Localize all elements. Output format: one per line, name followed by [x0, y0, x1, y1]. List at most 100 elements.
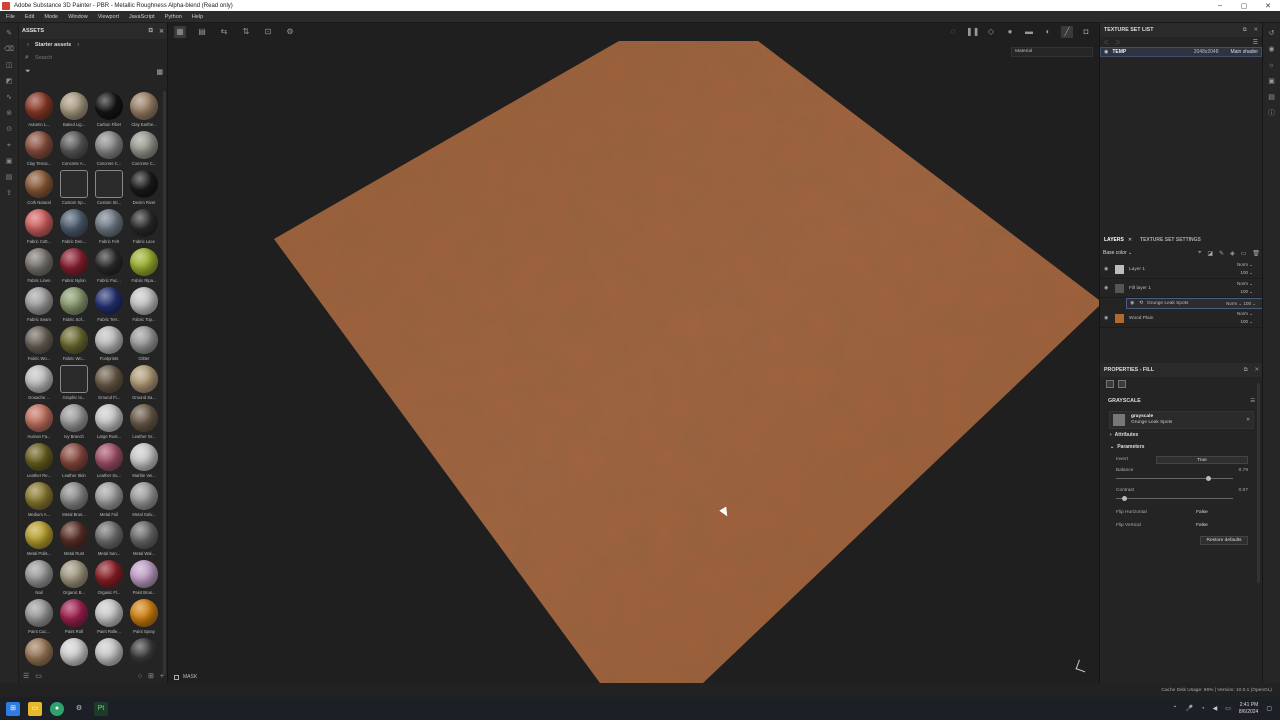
camera-mode-icon[interactable]: ◇ — [985, 26, 997, 38]
slider-handle[interactable] — [1205, 476, 1211, 481]
chevron-left-icon[interactable]: ‹ — [27, 42, 29, 48]
menu-window[interactable]: Window — [68, 14, 88, 20]
eye-icon[interactable]: ◉ — [1104, 49, 1108, 55]
contrast-slider[interactable]: Contrast 0.07 — [1100, 486, 1263, 506]
tray-chevron-icon[interactable]: ⌃ — [1172, 705, 1177, 712]
pause-icon[interactable]: ❚❚ — [966, 26, 979, 38]
network-icon[interactable]: ◔ — [1201, 706, 1205, 712]
delete-layer-icon[interactable]: 🗑 — [1252, 250, 1260, 257]
layer-blend[interactable]: Norm ⌄ 100 ⌄ — [1237, 280, 1253, 296]
parameters-toggle[interactable]: ⌄ Parameters — [1100, 441, 1263, 453]
eye-icon[interactable]: ◉ — [1104, 316, 1113, 321]
menu-icon[interactable]: ☰ — [1253, 39, 1258, 46]
asset-tile[interactable]: Clay Earthe... — [127, 91, 161, 130]
layer-row[interactable]: ◉ Fill layer 1 Norm ⌄ 100 ⌄ — [1100, 279, 1263, 298]
mask-blend[interactable]: Norm ⌄ 100 ⌄ — [1226, 301, 1256, 307]
smudge-icon[interactable]: ∿ — [4, 93, 14, 103]
asset-tile[interactable]: Metal Rust — [57, 520, 91, 559]
float-panel-icon[interactable]: ⧉ — [1244, 367, 1248, 374]
properties-scrollbar[interactable] — [1257, 383, 1260, 583]
shelf-icon[interactable]: ◉ — [1267, 45, 1277, 55]
asset-tile[interactable]: Fabric Ripa... — [127, 247, 161, 286]
asset-tile[interactable]: Baked Lig... — [57, 91, 91, 130]
layer-row[interactable]: ◉ Layer 1 Norm ⌄ 100 ⌄ — [1100, 260, 1263, 279]
grid-toggle-icon[interactable]: ▦ — [174, 25, 186, 38]
add-group-icon[interactable]: ▭ — [1241, 250, 1247, 257]
asset-tile[interactable]: Fabric Felt — [92, 208, 126, 247]
close-button[interactable]: ✕ — [1256, 2, 1280, 10]
add-effect-icon[interactable]: ⌖ — [1198, 250, 1201, 257]
asset-tile[interactable]: Carbon Fiber — [92, 91, 126, 130]
menu-viewport[interactable]: Viewport — [98, 14, 119, 20]
asset-tile[interactable]: Fabric Den... — [57, 208, 91, 247]
slider-track[interactable] — [1116, 498, 1233, 499]
remove-resource-icon[interactable]: ✕ — [1246, 418, 1250, 423]
asset-tile[interactable]: Cork Natural — [22, 169, 56, 208]
asset-tile[interactable]: Fabric Cott... — [22, 208, 56, 247]
asset-tile[interactable]: Fabric Top... — [127, 286, 161, 325]
menu-python[interactable]: Python — [165, 14, 182, 20]
asset-tile[interactable]: Organic Fl... — [92, 559, 126, 598]
minimize-button[interactable]: – — [1208, 2, 1232, 9]
asset-tile[interactable]: Metal Wal... — [127, 520, 161, 559]
asset-tile[interactable]: Leather Su... — [92, 442, 126, 481]
notifications-icon[interactable]: ▢ — [1266, 705, 1272, 712]
folder-icon[interactable]: ▭ — [35, 672, 42, 680]
asset-tile[interactable]: Metal Galv... — [127, 481, 161, 520]
list-view-icon[interactable]: ☰ — [23, 672, 29, 680]
eye-icon[interactable]: ◉ — [1104, 267, 1113, 272]
asset-tile[interactable]: Graphic to... — [57, 364, 91, 403]
close-panel-icon[interactable]: ✕ — [159, 28, 164, 35]
material-mode-select[interactable]: Material — [1011, 47, 1093, 57]
channel-select[interactable]: Base color ⌄ — [1103, 250, 1143, 256]
resource-slot[interactable]: grayscale Grunge Leak Spots ✕ — [1109, 411, 1254, 429]
chrome-icon[interactable]: ● — [50, 701, 64, 716]
asset-tile[interactable]: Organic B... — [57, 559, 91, 598]
asset-tile[interactable]: Concrete C... — [92, 130, 126, 169]
asset-tile[interactable]: Clay Terrac... — [22, 130, 56, 169]
asset-tile[interactable]: Fabric Sof... — [57, 286, 91, 325]
asset-tile[interactable]: Custom Sti... — [92, 169, 126, 208]
asset-tile[interactable]: Ground Fi... — [92, 364, 126, 403]
add-paint-layer-icon[interactable]: ✎ — [1219, 250, 1224, 257]
layer-blend[interactable]: Norm ⌄ 100 ⌄ — [1237, 261, 1253, 277]
refresh-icon[interactable]: ○ — [138, 673, 142, 680]
attributes-toggle[interactable]: › Attributes — [1100, 429, 1263, 441]
unlink-icon[interactable]: ⊃ — [1115, 39, 1120, 46]
asset-tile[interactable]: Leather Gr... — [127, 403, 161, 442]
eye-icon[interactable]: ◉ — [1130, 301, 1139, 306]
asset-tile[interactable]: Fabric Nylon — [57, 247, 91, 286]
float-panel-icon[interactable]: ⧉ — [149, 28, 153, 35]
menu-help[interactable]: Help — [192, 14, 203, 20]
asset-tile[interactable]: Paint Roll — [57, 598, 91, 637]
camera-icon[interactable]: ▣ — [4, 157, 14, 167]
asset-tile[interactable]: Fabric Wo... — [22, 325, 56, 364]
contrast-value[interactable]: 0.07 — [1239, 488, 1248, 493]
light-icon[interactable]: ◐ — [1042, 26, 1054, 38]
export-icon[interactable]: ⇪ — [4, 189, 14, 199]
symmetry-icon[interactable]: ⇆ — [218, 26, 230, 38]
asset-tile[interactable]: Footprints — [92, 325, 126, 364]
paint-brush-icon[interactable]: ✎ — [4, 29, 14, 39]
eye-icon[interactable]: ◉ — [1104, 286, 1113, 291]
asset-tile[interactable]: Human Fa... — [22, 403, 56, 442]
asset-tile[interactable]: Paint Rolle... — [92, 598, 126, 637]
system-clock[interactable]: 2:41 PM 8/6/2024 — [1239, 702, 1258, 716]
maximize-button[interactable]: ▢ — [1232, 2, 1256, 10]
import-icon[interactable]: ⊞ — [148, 672, 154, 680]
settings-icon[interactable]: ⚙ — [284, 26, 296, 38]
menu-edit[interactable]: Edit — [25, 14, 34, 20]
layer-row[interactable]: ◉ Wood Plain Norm ⌄ 100 ⌄ — [1100, 309, 1263, 328]
assets-scrollbar[interactable] — [163, 91, 166, 676]
asset-tile[interactable]: Leather Re... — [22, 442, 56, 481]
transform-icon[interactable]: ⇅ — [240, 26, 252, 38]
asset-tile[interactable]: Ground Sa... — [127, 364, 161, 403]
battery-icon[interactable]: ▭ — [1225, 705, 1231, 712]
asset-tile[interactable]: Autumn L... — [22, 91, 56, 130]
float-panel-icon[interactable]: ⧉ — [1243, 27, 1247, 34]
tab-texture-set-settings[interactable]: TEXTURE SET SETTINGS — [1140, 237, 1201, 243]
asset-tile[interactable]: Glitter — [127, 325, 161, 364]
search-input[interactable]: ⌕ Search — [19, 51, 167, 65]
asset-tile[interactable]: Ivy Branch — [57, 403, 91, 442]
screenshot-icon[interactable]: ◘ — [1080, 26, 1092, 38]
